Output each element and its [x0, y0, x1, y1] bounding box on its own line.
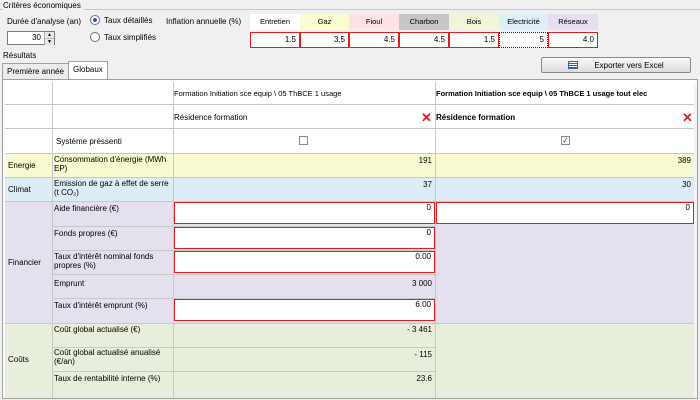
- row-label-cout-annualise: Coût global actualisé anualisé (€/an): [54, 348, 161, 366]
- inflation-bois-input[interactable]: 1.5: [449, 32, 499, 48]
- inflation-gaz-input[interactable]: 3.5: [300, 32, 349, 48]
- column-1-subtitle: Résidence formation: [174, 113, 248, 122]
- value-cout-global-1: - 3 461: [407, 325, 432, 334]
- grid-line: [5, 153, 694, 154]
- tab-globaux[interactable]: Globaux: [68, 61, 108, 79]
- criteria-group-title: Critères économiques: [3, 1, 84, 10]
- inflation-grid: Entretien Gaz Fioul Charbon Bois Electri…: [250, 14, 598, 48]
- column-2-title: Formation Initiation sce equip \ 05 ThBC…: [436, 89, 648, 98]
- value-cout-annualise-1: - 115: [414, 350, 432, 359]
- value-tri-1: 23.6: [416, 374, 432, 383]
- radio-selected-icon[interactable]: [90, 15, 100, 25]
- value-emission-1: 37: [423, 180, 432, 189]
- row-label-emission: Emission de gaz à effet de serre (t CO₂): [54, 179, 169, 197]
- system-label: Système préssenti: [56, 137, 122, 146]
- duration-label: Durée d'analyse (an): [7, 17, 82, 26]
- system-checkbox-1[interactable]: [299, 136, 308, 145]
- radio-detailed-rates[interactable]: Taux détaillés: [90, 15, 152, 25]
- row-label-tri: Taux de rentabilité interne (%): [54, 374, 161, 383]
- scroll-edge: [694, 82, 697, 398]
- input-fonds-1[interactable]: 0: [174, 227, 435, 249]
- row-label-fonds: Fonds propres (€): [54, 229, 118, 238]
- radio-simplified-label: Taux simplifiés: [104, 32, 157, 42]
- duration-value[interactable]: 30: [8, 32, 44, 44]
- inflation-label: Inflation annuelle (%): [166, 17, 242, 26]
- inflation-head-gaz: Gaz: [300, 14, 349, 30]
- category-climat: Climat: [8, 185, 31, 194]
- row-label-emprunt: Emprunt: [54, 279, 85, 288]
- export-label: Exporter vers Excel: [594, 60, 664, 70]
- row-label-taux-nominal: Taux d'intérêt nominal fonds propres (%): [54, 252, 154, 270]
- inflation-head-entretien: Entretien: [250, 14, 300, 30]
- input-aide-1[interactable]: 0: [174, 202, 435, 224]
- grid-line: [5, 128, 694, 129]
- grid-line: [5, 323, 694, 324]
- input-taux-nominal-1[interactable]: 0.00: [174, 251, 435, 273]
- row-label-consommation: Consommation d'énergie (MWh EP): [54, 155, 167, 173]
- input-aide-2[interactable]: 0: [436, 202, 694, 224]
- inflation-electricite-input[interactable]: 5: [499, 32, 548, 48]
- value-consommation-2: 389: [677, 156, 691, 165]
- row-label-taux-emprunt: Taux d'intérêt emprunt (%): [54, 301, 148, 310]
- duration-stepper[interactable]: 30 ▲ ▼: [7, 31, 55, 45]
- system-checkbox-2[interactable]: ✓: [561, 136, 570, 145]
- results-title: Résultats: [3, 51, 37, 60]
- inflation-head-reseaux: Réseaux: [548, 14, 598, 30]
- radio-detailed-label: Taux détaillés: [104, 15, 153, 25]
- inflation-entretien-input[interactable]: 1.5: [250, 32, 300, 48]
- value-emission-2: 30: [682, 180, 691, 189]
- grid-line: [52, 371, 436, 372]
- inflation-head-electricite: Electricité: [499, 14, 548, 30]
- radio-unselected-icon[interactable]: [90, 32, 100, 42]
- group-separator: [0, 9, 700, 10]
- radio-simplified-rates[interactable]: Taux simplifiés: [90, 32, 156, 42]
- header-blank: [5, 82, 52, 153]
- tab-premiere-annee[interactable]: Première année: [2, 63, 69, 79]
- export-excel-button[interactable]: Exporter vers Excel: [541, 57, 691, 73]
- inflation-reseaux-input[interactable]: 4.0: [548, 32, 598, 48]
- remove-column-1-icon[interactable]: ✕: [421, 111, 432, 124]
- input-taux-emprunt-1[interactable]: 6.00: [174, 299, 435, 321]
- inflation-head-fioul: Fioul: [349, 14, 399, 30]
- remove-column-2-icon[interactable]: ✕: [682, 111, 693, 124]
- grid-line: [5, 177, 694, 178]
- category-energie: Energie: [8, 161, 36, 170]
- value-consommation-1: 191: [418, 156, 432, 165]
- results-panel: Formation Initiation sce equip \ 05 ThBC…: [2, 79, 698, 399]
- inflation-head-charbon: Charbon: [399, 14, 449, 30]
- excel-icon: [568, 61, 579, 69]
- grid-line: [52, 274, 436, 275]
- value-emprunt-1: 3 000: [411, 279, 432, 288]
- grid-line: [435, 82, 436, 398]
- row-label-aide: Aide financière (€): [54, 204, 119, 213]
- column-1-title: Formation Initiation sce equip \ 05 ThBC…: [174, 89, 342, 98]
- inflation-head-bois: Bois: [449, 14, 499, 30]
- column-2-subtitle: Résidence formation: [436, 113, 516, 122]
- row-label-cout-global: Coût global actualisé (€): [54, 325, 141, 334]
- category-financier: Financier: [8, 258, 41, 267]
- grid-line: [52, 82, 53, 398]
- inflation-fioul-input[interactable]: 4.5: [349, 32, 399, 48]
- grid-line: [5, 104, 694, 105]
- category-couts: Coûts: [8, 355, 29, 364]
- inflation-charbon-input[interactable]: 4.5: [399, 32, 449, 48]
- stepper-down-icon[interactable]: ▼: [45, 38, 54, 45]
